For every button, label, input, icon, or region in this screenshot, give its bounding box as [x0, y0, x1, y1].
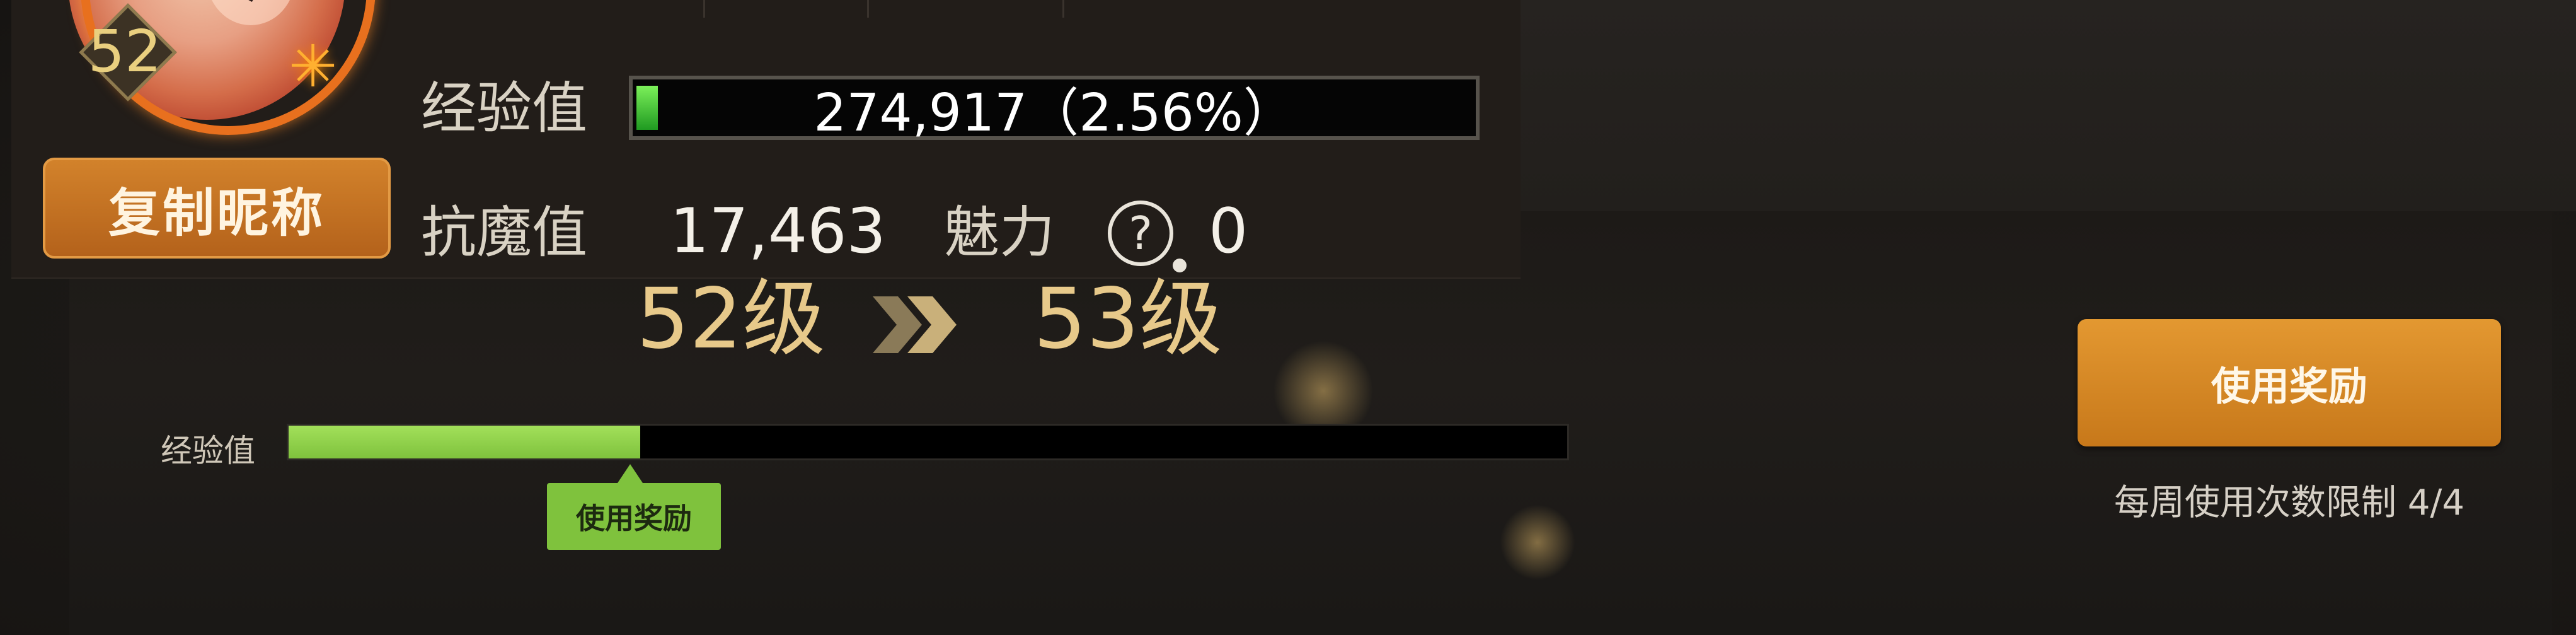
sparkle: [1500, 504, 1575, 580]
level-badge: 52: [74, 3, 177, 102]
level-number: 52: [88, 18, 162, 85]
divider: [1062, 0, 1064, 18]
copy-nickname-button[interactable]: 复制昵称: [43, 158, 391, 259]
resist-label: 抗魔值: [421, 200, 588, 265]
exp-progress-fill: [289, 426, 640, 458]
help-icon[interactable]: ?: [1108, 201, 1173, 266]
exp-value: 274,917（2.56%）: [814, 83, 1295, 143]
charm-value: 0: [1209, 195, 1248, 267]
background-top: [1512, 0, 2576, 211]
next-level: 53级: [1033, 271, 1222, 368]
current-level: 52级: [636, 271, 825, 368]
use-reward-button[interactable]: 使用奖励: [2078, 319, 2501, 446]
exp-progress-bar: [287, 424, 1569, 460]
flower-ornament-icon: ✳: [289, 33, 338, 100]
resist-value: 17,463: [670, 195, 886, 267]
progress-label: 经验值: [161, 433, 255, 469]
exp-bar: 274,917（2.56%）: [629, 76, 1480, 143]
double-chevron-right-icon: [873, 296, 957, 353]
use-reward-tooltip: 使用奖励: [547, 483, 721, 550]
tooltip-pointer: [618, 464, 643, 483]
exp-label: 经验值: [421, 76, 588, 141]
profile-panel: ✳ 52 复制昵称 经验值 274,917（2.56%） 抗魔值 17,463 …: [11, 0, 1521, 279]
divider: [703, 0, 705, 18]
weekly-limit-text: 每周使用次数限制 4/4: [2114, 482, 2464, 523]
divider: [867, 0, 869, 18]
charm-label: 魅力: [944, 200, 1055, 265]
